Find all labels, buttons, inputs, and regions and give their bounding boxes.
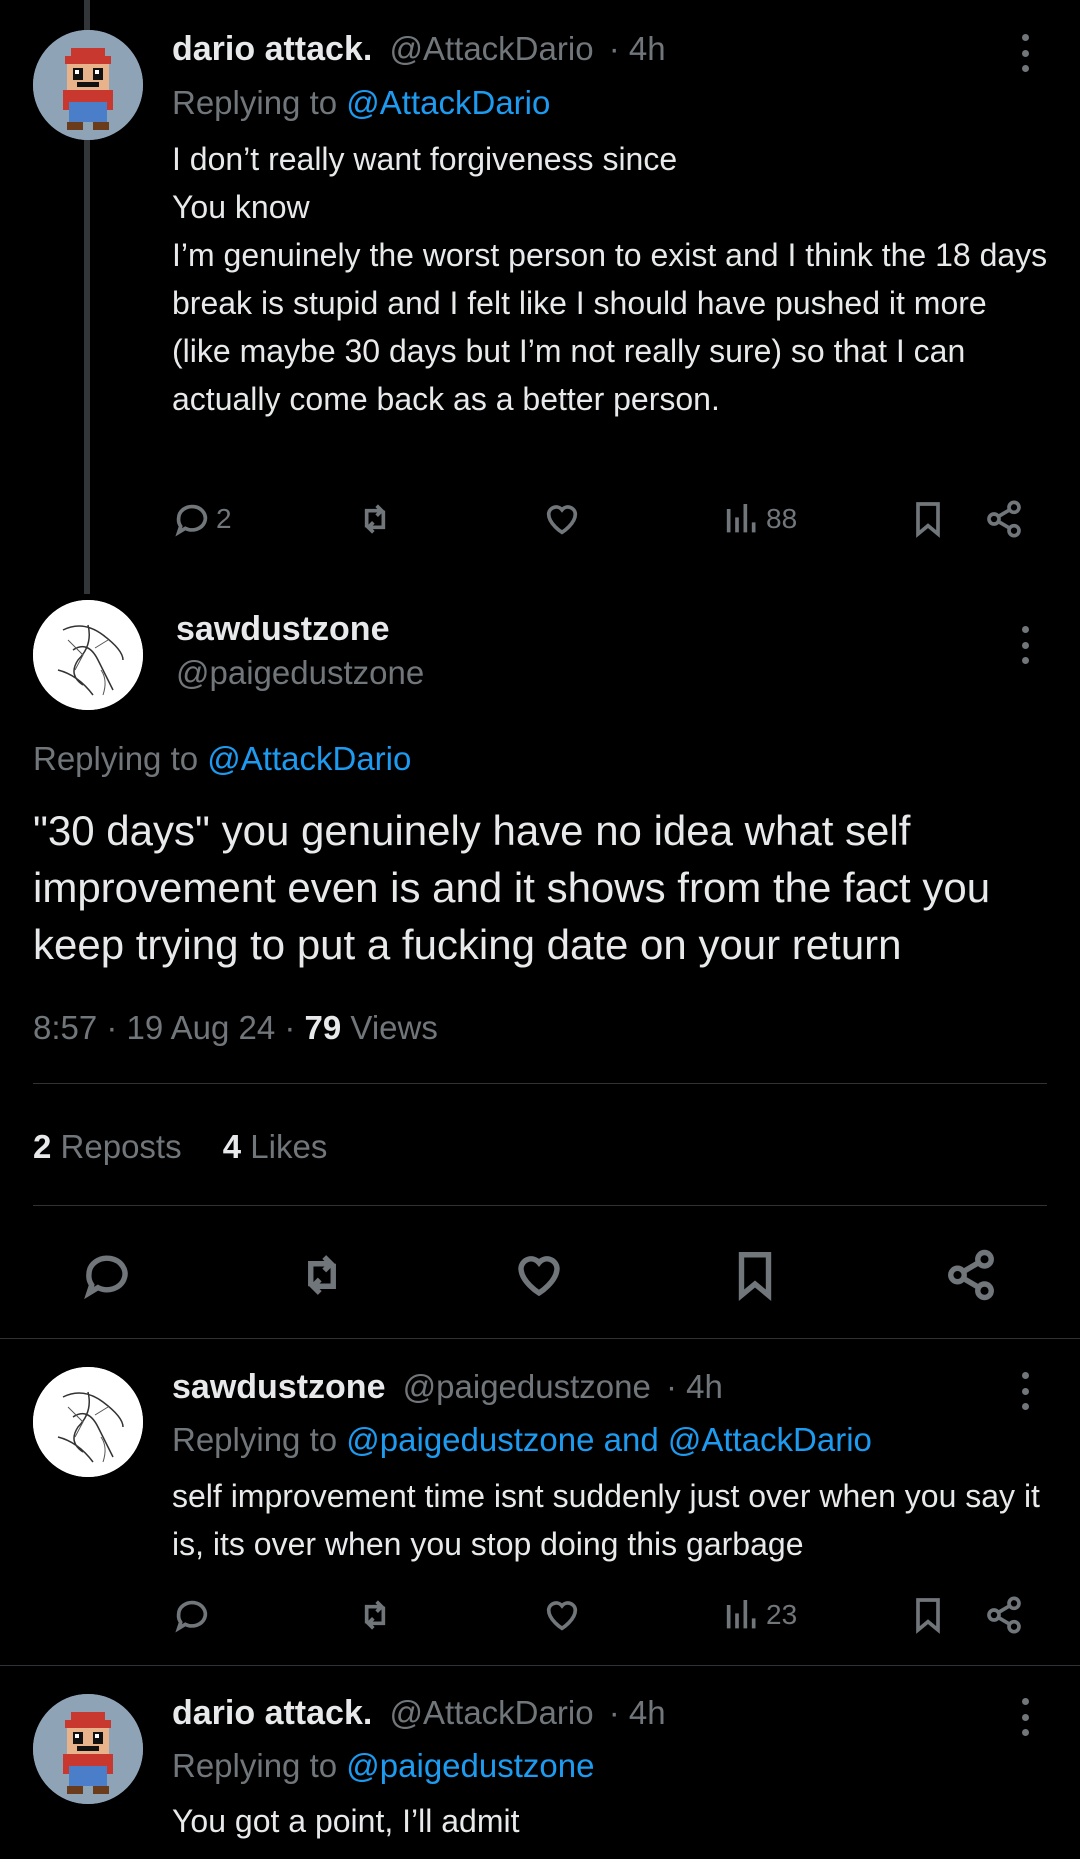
replying-to-link[interactable]: @paigedustzone [346, 1747, 594, 1784]
replying-to-link[interactable]: @AttackDario [346, 84, 550, 121]
main-replying: Replying to @AttackDario [33, 740, 411, 778]
reposts-label: Reposts [60, 1128, 182, 1165]
repost-button[interactable] [355, 497, 395, 541]
bookmark-icon [916, 1598, 940, 1634]
replying-prefix: Replying to [33, 740, 199, 777]
views-button[interactable]: 23 [722, 1593, 797, 1637]
reply-button[interactable]: 2 [172, 497, 232, 541]
like-icon [546, 505, 578, 535]
replying-prefix: Replying to [172, 1747, 338, 1784]
repost-icon [308, 1255, 336, 1295]
views-icon [726, 504, 756, 533]
views-button[interactable]: 88 [722, 497, 797, 541]
avatar-sawdustzone[interactable] [33, 1367, 143, 1477]
views-count: 79 [304, 1009, 342, 1046]
more-icon[interactable] [1020, 626, 1030, 664]
like-button[interactable] [542, 497, 582, 541]
bookmark-icon [738, 1252, 772, 1302]
bookmark-button[interactable] [908, 497, 948, 541]
author-name[interactable]: dario attack. [172, 1694, 372, 1732]
avatar-sketch-image [33, 600, 143, 710]
main-tweet-text: "30 days" you genuinely have no idea wha… [33, 807, 991, 968]
engagement-stats: 2 Reposts 4 Likes [33, 1128, 327, 1166]
avatar-pixel-image [33, 1694, 143, 1804]
reply1-actions: 23 [172, 1593, 1052, 1637]
tweet1-actions: 2 88 [172, 497, 1052, 541]
share-button[interactable] [944, 1245, 998, 1305]
like-button[interactable] [512, 1245, 566, 1305]
avatar-dario[interactable] [33, 30, 143, 140]
reply-count: 2 [216, 503, 232, 534]
reply-icon [84, 1255, 128, 1300]
bookmark-button[interactable] [908, 1593, 948, 1637]
reply-icon [175, 1600, 208, 1633]
main-author-handle[interactable]: @paigedustzone [176, 654, 424, 692]
reply1-header: sawdustzone @paigedustzone · 4h [172, 1368, 723, 1407]
avatar-sawdustzone[interactable] [33, 600, 143, 710]
repost-icon [364, 1600, 386, 1630]
share-button[interactable] [984, 497, 1024, 541]
replying-prefix: Replying to [172, 1421, 338, 1458]
like-icon [518, 1256, 560, 1297]
share-icon [987, 500, 1021, 538]
like-icon [546, 1601, 578, 1631]
reply1-text: self improvement time isnt suddenly just… [172, 1478, 1040, 1562]
replying-to-link[interactable]: @paigedustzone and @AttackDario [346, 1421, 872, 1458]
author-handle[interactable]: @paigedustzone [403, 1368, 651, 1405]
main-author-name[interactable]: sawdustzone [176, 610, 389, 649]
reply-button[interactable] [172, 1593, 212, 1637]
views-count: 88 [766, 503, 798, 534]
share-icon [948, 1249, 994, 1301]
tweet-time[interactable]: · 4h [609, 1694, 666, 1731]
tweet1-header: dario attack. @AttackDario · 4h [172, 30, 666, 69]
reply2-header: dario attack. @AttackDario · 4h [172, 1694, 666, 1733]
main-timestamp-row: 8:57 · 19 Aug 24 · 79 Views [33, 1009, 438, 1047]
likes-label: Likes [250, 1128, 328, 1165]
likes-count: 4 [222, 1128, 242, 1165]
share-button[interactable] [984, 1593, 1024, 1637]
repost-button[interactable] [295, 1245, 349, 1305]
divider [33, 1205, 1047, 1206]
author-handle[interactable]: @AttackDario [389, 30, 593, 67]
replying-prefix: Replying to [172, 84, 338, 121]
reply2-text: You got a point, I’ll admit [172, 1803, 520, 1839]
divider [33, 1083, 1047, 1084]
reply1-replying: Replying to @paigedustzone and @AttackDa… [172, 1421, 872, 1459]
reposts-stat[interactable]: 2 Reposts [33, 1128, 182, 1165]
reposts-count: 2 [33, 1128, 52, 1165]
author-name[interactable]: sawdustzone [172, 1368, 385, 1406]
author-name[interactable]: dario attack. [172, 30, 372, 68]
tweet-time[interactable]: · 4h [666, 1368, 723, 1405]
more-icon[interactable] [1020, 1698, 1030, 1736]
avatar-dario[interactable] [33, 1694, 143, 1804]
replying-to-link[interactable]: @AttackDario [207, 740, 411, 777]
more-icon[interactable] [1020, 34, 1030, 72]
author-handle[interactable]: @AttackDario [389, 1694, 593, 1731]
main-actions [0, 1245, 1080, 1305]
like-button[interactable] [542, 1593, 582, 1637]
bookmark-icon [916, 502, 940, 538]
more-icon[interactable] [1020, 1372, 1030, 1410]
tweet-time[interactable]: · 4h [609, 30, 666, 67]
reply-icon [175, 504, 208, 537]
tweet1-text: I don’t really want forgiveness since Yo… [172, 141, 1048, 417]
divider [0, 1338, 1080, 1339]
views-count: 23 [766, 1599, 798, 1630]
reply-button[interactable] [80, 1245, 134, 1305]
repost-icon [364, 504, 386, 534]
divider [0, 1665, 1080, 1666]
share-icon [987, 1596, 1021, 1634]
repost-button[interactable] [355, 1593, 395, 1637]
avatar-sketch-image [33, 1367, 143, 1477]
likes-stat[interactable]: 4 Likes [223, 1128, 328, 1165]
views-label: Views [341, 1009, 438, 1046]
bookmark-button[interactable] [728, 1245, 782, 1305]
avatar-pixel-image [33, 30, 143, 140]
views-icon [726, 1600, 756, 1629]
timestamp[interactable]: 8:57 · 19 Aug 24 · [33, 1009, 305, 1046]
reply2-replying: Replying to @paigedustzone [172, 1747, 594, 1785]
tweet1-replying: Replying to @AttackDario [172, 84, 550, 122]
